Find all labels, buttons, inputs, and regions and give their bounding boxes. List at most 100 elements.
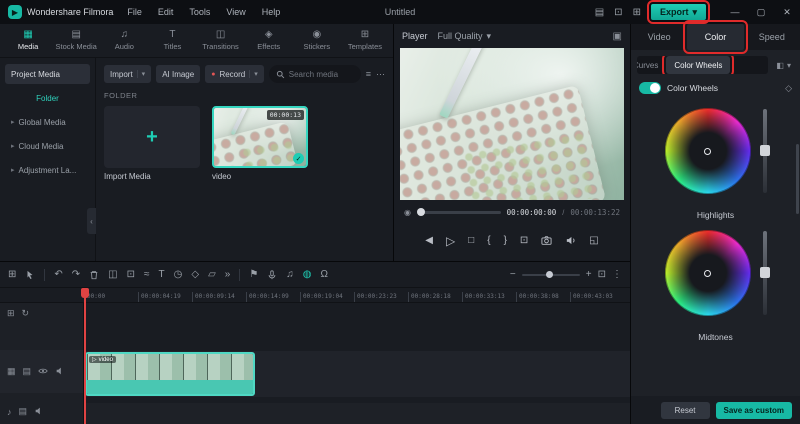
speed-ramp-icon[interactable]: ≈ (144, 269, 150, 280)
sidebar-item-project-media[interactable]: Project Media (5, 64, 90, 84)
video-track-header[interactable]: ▦ ▤ (0, 349, 83, 394)
fit-timeline-icon[interactable]: ⊡ (598, 269, 606, 280)
keyframe-diamond-icon[interactable]: ◇ (785, 83, 792, 94)
split-icon[interactable]: ◫ (108, 269, 117, 280)
zoom-in-icon[interactable]: + (586, 269, 592, 280)
eye-icon[interactable] (38, 366, 48, 378)
mute-icon[interactable] (55, 366, 65, 378)
plugin-icon[interactable]: ⊞ (633, 7, 641, 18)
zoom-out-icon[interactable]: − (510, 269, 516, 280)
segment-curves[interactable]: Curves (637, 56, 666, 74)
timeline-tracks[interactable]: ▷ video (84, 303, 630, 424)
highlights-color-wheel[interactable] (664, 108, 751, 194)
menu-edit[interactable]: Edit (158, 7, 174, 17)
midtones-luminance-slider[interactable] (759, 231, 770, 315)
tab-audio[interactable]: ♫ Audio (100, 30, 148, 52)
timeline-ruler[interactable]: 00:00 00:00:04:19 00:00:09:14 00:00:14:0… (0, 288, 630, 303)
color-wheels-toggle[interactable] (639, 82, 661, 94)
sidebar-item-folder[interactable]: Folder (5, 88, 90, 108)
marker-icon[interactable]: ⚑ (249, 269, 258, 280)
minimize-button[interactable]: — (722, 0, 748, 24)
menu-view[interactable]: View (226, 7, 245, 17)
screen-record-icon[interactable]: ⊡ (614, 7, 622, 18)
import-media-dropzone[interactable]: + (104, 106, 200, 168)
menu-file[interactable]: File (127, 7, 142, 17)
tab-video[interactable]: Video (631, 24, 687, 50)
import-button[interactable]: Import ▾ (104, 65, 152, 83)
maximize-button[interactable]: ▢ (748, 0, 774, 24)
voiceover-mic-icon[interactable] (267, 269, 277, 280)
video-clip-tile[interactable]: 00:00:13 ✓ video (212, 106, 308, 181)
folder-icon[interactable]: ▤ (23, 366, 32, 377)
tab-effects[interactable]: ◈ Effects (245, 30, 293, 52)
audio-track-header[interactable]: ♪ ▤ (0, 399, 83, 424)
green-screen-icon[interactable]: ◍ (303, 269, 312, 280)
reset-button[interactable]: Reset (660, 401, 710, 419)
highlights-luminance-slider[interactable] (759, 109, 770, 193)
sidebar-collapse-button[interactable]: ‹ (87, 208, 96, 234)
snap-icon[interactable]: Ω (321, 269, 328, 280)
video-thumbnail[interactable]: 00:00:13 ✓ (212, 106, 308, 168)
keyframe-icon[interactable]: ◇ (191, 269, 199, 280)
tab-stickers[interactable]: ◉ Stickers (293, 30, 341, 52)
snapshot-camera-icon[interactable] (541, 235, 552, 246)
volume-icon[interactable] (565, 235, 576, 246)
tab-media[interactable]: ▦ Media (4, 30, 52, 52)
timeline-clip[interactable]: ▷ video (85, 352, 255, 396)
redo-icon[interactable]: ↷ (72, 269, 80, 280)
seek-bar[interactable] (416, 207, 501, 216)
fullscreen-icon[interactable]: ◱ (589, 235, 598, 246)
ai-image-button[interactable]: AI Image (156, 65, 201, 83)
select-tool-icon[interactable] (25, 270, 35, 280)
import-dropdown-icon[interactable]: ▾ (136, 70, 145, 78)
pip-icon[interactable]: ▱ (208, 269, 216, 280)
sidebar-item-global-media[interactable]: ▸ Global Media (5, 112, 90, 132)
play-icon[interactable]: ▷ (446, 234, 455, 248)
wheel-crosshair[interactable] (704, 269, 711, 277)
undo-icon[interactable]: ↶ (54, 269, 62, 280)
crop-icon[interactable]: ⊡ (520, 235, 528, 246)
tab-color[interactable]: Color (683, 20, 748, 54)
audio-track-lane[interactable] (84, 403, 630, 424)
menu-help[interactable]: Help (262, 7, 281, 17)
wheel-crosshair[interactable] (704, 147, 711, 155)
slider-knob[interactable] (759, 267, 770, 278)
video-preview[interactable] (400, 48, 624, 200)
delete-icon[interactable] (89, 270, 99, 280)
tab-stock-media[interactable]: ▤ Stock Media (52, 30, 100, 52)
quality-dropdown[interactable]: Full Quality ▾ (438, 31, 492, 42)
menu-tools[interactable]: Tools (189, 7, 210, 17)
playhead-handle[interactable] (81, 288, 89, 298)
mute-icon[interactable] (34, 406, 44, 418)
close-button[interactable]: ✕ (774, 0, 800, 24)
seek-knob[interactable] (416, 207, 425, 216)
mark-out-icon[interactable]: } (504, 235, 507, 246)
timer-icon[interactable]: ◷ (174, 269, 183, 280)
filter-icon[interactable]: ≡ (366, 69, 371, 79)
export-button[interactable]: Export ▾ (646, 0, 711, 24)
compare-view-button[interactable]: ◧ ▾ (773, 56, 794, 74)
sidebar-item-adjustment-layer[interactable]: ▸ Adjustment La... (5, 160, 90, 180)
zoom-slider-knob[interactable] (545, 270, 553, 278)
crop-tool-icon[interactable]: ⊡ (127, 269, 135, 280)
tab-templates[interactable]: ⊞ Templates (341, 30, 389, 52)
search-box[interactable] (268, 65, 361, 83)
export-dropdown-icon[interactable]: ▾ (692, 7, 697, 18)
segment-color-wheels[interactable]: Color Wheels (662, 56, 735, 74)
folder-icon[interactable]: ▤ (19, 406, 28, 417)
tab-titles[interactable]: T Titles (148, 30, 196, 52)
tab-transitions[interactable]: ◫ Transitions (197, 30, 245, 52)
stop-icon[interactable]: □ (468, 235, 474, 246)
mark-in-icon[interactable]: { (487, 235, 490, 246)
panel-scrollbar[interactable] (796, 144, 799, 214)
more-tools-icon[interactable]: » (225, 269, 231, 280)
slider-knob[interactable] (759, 145, 770, 156)
record-dropdown-icon[interactable]: ▾ (249, 70, 258, 78)
sidebar-item-cloud-media[interactable]: ▸ Cloud Media (5, 136, 90, 156)
layout-icon[interactable]: ▤ (595, 7, 604, 18)
text-tool-icon[interactable]: T (159, 269, 165, 280)
midtones-color-wheel[interactable] (664, 230, 751, 316)
preview-display-icon[interactable]: ▣ (613, 31, 622, 42)
search-input[interactable] (288, 69, 354, 79)
audio-mixer-icon[interactable]: ♫ (286, 269, 294, 280)
